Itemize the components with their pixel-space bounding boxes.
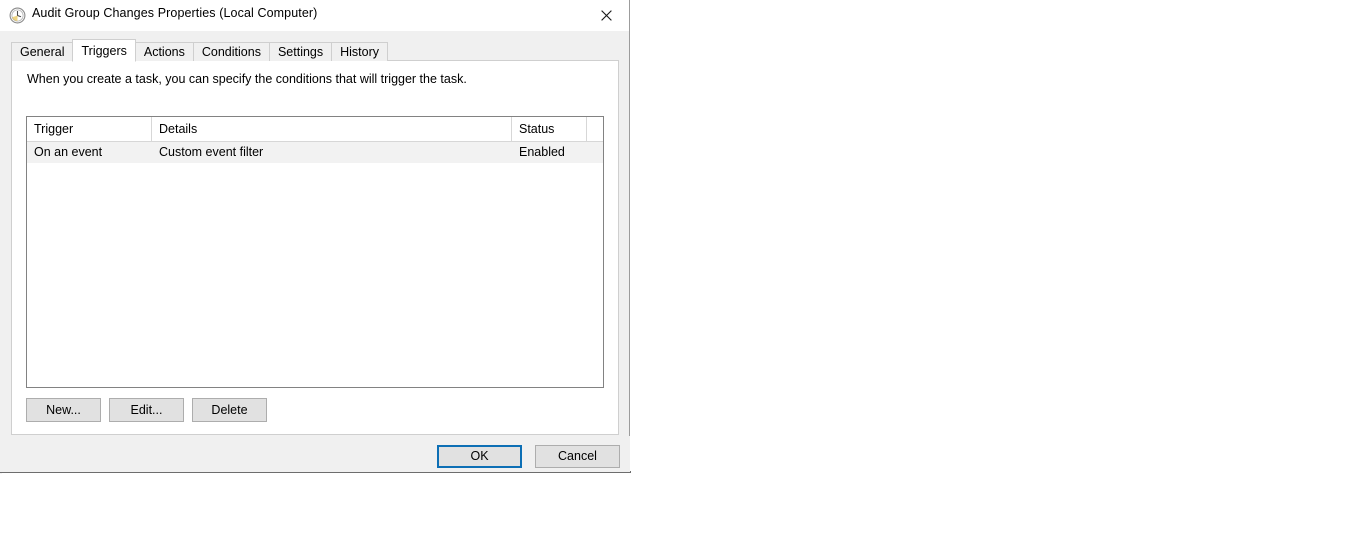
tab-settings[interactable]: Settings <box>268 42 333 61</box>
cell-status: Enabled <box>519 145 565 159</box>
tab-general[interactable]: General <box>11 42 74 61</box>
cancel-button[interactable]: Cancel <box>535 445 620 468</box>
ok-button[interactable]: OK <box>437 445 522 468</box>
column-header-status[interactable]: Status <box>512 117 587 141</box>
triggers-tab-panel: When you create a task, you can specify … <box>11 60 619 435</box>
tab-settings-label: Settings <box>277 45 324 59</box>
tab-history-label: History <box>340 45 380 59</box>
triggers-table[interactable]: Trigger Details Status On an event Custo… <box>26 116 604 388</box>
trigger-action-buttons: New... Edit... Delete <box>26 398 267 422</box>
panel-description: When you create a task, you can specify … <box>27 72 467 86</box>
column-header-details[interactable]: Details <box>152 117 512 141</box>
dialog-footer: OK Cancel <box>0 436 630 472</box>
table-row[interactable]: On an event Custom event filter Enabled <box>27 142 603 163</box>
tab-general-label: General <box>20 45 65 59</box>
tab-triggers-label: Triggers <box>81 44 127 58</box>
tab-conditions-label: Conditions <box>201 45 261 59</box>
close-icon[interactable] <box>584 0 629 31</box>
table-header-row: Trigger Details Status <box>27 117 603 142</box>
new-button[interactable]: New... <box>26 398 101 422</box>
tab-conditions[interactable]: Conditions <box>192 42 270 61</box>
tab-strip: General Triggers Actions Conditions Sett… <box>11 39 389 62</box>
cell-filler <box>587 142 603 163</box>
tab-actions[interactable]: Actions <box>134 42 194 61</box>
tab-history[interactable]: History <box>331 42 389 61</box>
cell-trigger: On an event <box>34 145 103 159</box>
clock-icon <box>9 7 26 24</box>
column-header-filler <box>587 117 603 141</box>
cell-details: Custom event filter <box>159 145 264 159</box>
title-bar: Audit Group Changes Properties (Local Co… <box>0 0 629 31</box>
window-title: Audit Group Changes Properties (Local Co… <box>32 6 318 20</box>
tab-triggers[interactable]: Triggers <box>72 39 136 62</box>
edit-button[interactable]: Edit... <box>109 398 184 422</box>
tab-actions-label: Actions <box>143 45 185 59</box>
properties-dialog: Audit Group Changes Properties (Local Co… <box>0 0 630 472</box>
column-header-trigger[interactable]: Trigger <box>27 117 152 141</box>
delete-button[interactable]: Delete <box>192 398 267 422</box>
